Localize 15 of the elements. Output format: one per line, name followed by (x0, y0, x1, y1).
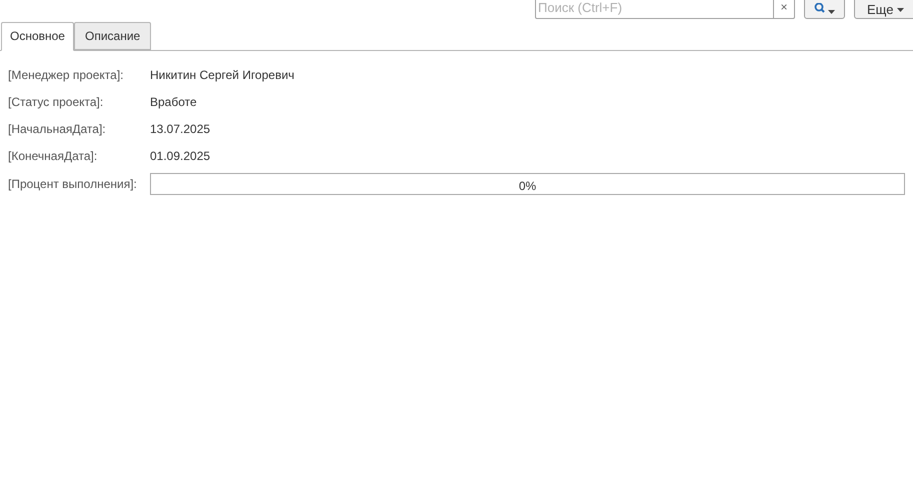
field-value: 01.09.2025 (150, 148, 210, 164)
field-value: Никитин Сергей Игоревич (150, 66, 294, 84)
field-label: [Процент выполнения]: (8, 176, 138, 193)
tab[interactable]: Описание (74, 22, 152, 50)
more-button[interactable]: Еще (854, 0, 913, 19)
search-field[interactable]: Поиск (Ctrl+F) × (535, 0, 795, 19)
field-value: 13.07.2025 (150, 120, 210, 138)
clear-button[interactable]: × (773, 0, 794, 18)
field-label: [НачальнаяДата]: (8, 120, 107, 138)
field-value: Вработе (150, 94, 197, 110)
field-label: [Менеджер проекта]: (8, 66, 124, 84)
tab[interactable]: Основное (1, 22, 74, 51)
field-label: [КонечнаяДата]: (8, 148, 98, 164)
progress-value: 0% (518, 178, 536, 195)
field-label: [Статус проекта]: (8, 94, 104, 110)
